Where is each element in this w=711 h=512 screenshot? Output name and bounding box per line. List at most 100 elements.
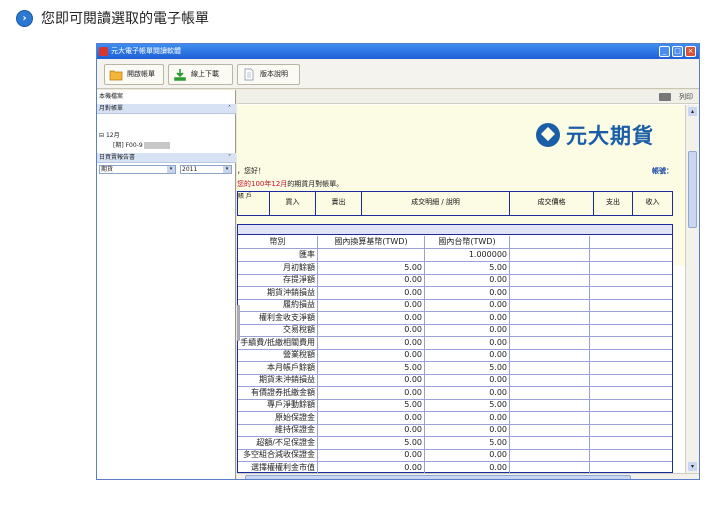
bill-document: 元大期貨 ，您好！ 帳號： 您的100年12月的期貨月對帳單。 賬 戶 買入 賣… <box>237 105 685 473</box>
row-label: 有價證券抵繳金額 <box>238 386 318 399</box>
header-col-income: 收入 <box>645 198 660 206</box>
statement-month-rest: 的期貨月對帳單。 <box>287 180 344 188</box>
row-local-value: 0.00 <box>425 461 510 473</box>
minimize-button[interactable]: _ <box>659 46 670 57</box>
row-base-value: 0.00 <box>318 449 425 461</box>
row-empty <box>510 299 590 311</box>
header-col-buy: 買入 <box>270 192 316 215</box>
table-row: 匯率 1.000000 <box>238 249 672 262</box>
close-button[interactable]: × <box>685 46 696 57</box>
row-empty <box>510 336 590 349</box>
printer-icon[interactable] <box>659 93 671 101</box>
header-col-price: 成交價格 <box>510 192 594 215</box>
row-empty <box>590 412 672 424</box>
row-base-value <box>318 249 425 261</box>
row-label: 期貨未沖銷損益 <box>238 374 318 386</box>
tree-bill-item[interactable]: [期] F00-9 <box>97 141 236 151</box>
chevron-down-icon[interactable]: ˅ <box>228 153 231 163</box>
col-currency: 幣別 <box>238 236 318 248</box>
row-label: 月初餘額 <box>238 261 318 274</box>
open-bill-label: 開啟帳單 <box>127 70 155 78</box>
row-label: 超額/不足保證金 <box>238 436 318 449</box>
row-base-value: 0.00 <box>318 274 425 286</box>
daily-report-header[interactable]: 日買賣報告書 ˅ <box>97 153 236 163</box>
monthly-statement-header[interactable]: 月對帳單 ˄ <box>97 104 236 114</box>
row-local-value: 0.00 <box>425 286 510 299</box>
row-empty <box>510 461 590 473</box>
header-col-sell: 賣出 <box>316 192 362 215</box>
arrow-right-circle-icon: › <box>16 9 33 27</box>
table-row: 履約損益 0.00 0.00 <box>238 299 672 312</box>
row-label: 選擇權權利金市值 <box>238 461 318 473</box>
row-base-value: 0.00 <box>318 424 425 436</box>
table-row: 選擇權權利金市值 0.00 0.00 <box>238 461 672 473</box>
window-titlebar[interactable]: 元大電子帳單閱讀軟體 _ □ × <box>97 44 699 59</box>
open-bill-button[interactable]: 開啟帳單 <box>104 64 164 85</box>
row-empty <box>590 249 672 261</box>
row-empty <box>510 386 590 399</box>
row-empty <box>510 274 590 286</box>
header-col-account: 賬 戶 <box>238 192 270 215</box>
row-label: 權利金收支淨額 <box>238 311 318 324</box>
table-row: 維持保證金 0.00 0.00 <box>238 424 672 437</box>
row-local-value: 0.00 <box>425 299 510 311</box>
statement-month-text: 您的100年12月的期貨月對帳單。 <box>237 179 343 189</box>
col-base-twd: 國內換算基幣(TWD) <box>318 236 425 248</box>
row-local-value: 0.00 <box>425 324 510 336</box>
horizontal-scrollbar[interactable] <box>237 473 699 479</box>
horizontal-scroll-thumb[interactable] <box>245 475 631 479</box>
table-band <box>238 225 672 235</box>
row-base-value: 0.00 <box>318 386 425 399</box>
vertical-scrollbar[interactable]: ▴ ▾ <box>685 105 699 473</box>
table-row: 有價證券抵繳金額 0.00 0.00 <box>238 386 672 400</box>
row-empty <box>590 374 672 386</box>
type-select[interactable]: 期貨 ▾ <box>99 165 176 174</box>
tree-bill-label: [期] F00-9 <box>113 142 143 149</box>
header-col-detail: 成交明細 / 說明 <box>362 192 510 215</box>
row-local-value: 5.00 <box>425 399 510 411</box>
print-button[interactable]: 列印 <box>679 92 693 102</box>
col-empty-1 <box>510 236 590 248</box>
viewer-toolbar: 列印 <box>237 90 699 104</box>
scroll-down-icon[interactable]: ▾ <box>688 462 697 471</box>
maximize-button[interactable]: □ <box>672 46 683 57</box>
row-base-value: 0.00 <box>318 324 425 336</box>
table-row: 營業稅額 0.00 0.00 <box>238 349 672 362</box>
page-heading-text: 您即可閱讀選取的電子帳單 <box>41 11 209 27</box>
chevron-down-icon[interactable]: ▾ <box>223 166 231 173</box>
online-download-button[interactable]: 線上下載 <box>168 64 233 85</box>
row-empty <box>510 374 590 386</box>
year-select[interactable]: 2011 ▾ <box>180 165 232 174</box>
row-local-value: 0.00 <box>425 336 510 349</box>
row-empty <box>590 399 672 411</box>
row-empty <box>510 249 590 261</box>
table-row: 月初餘額 5.00 5.00 <box>238 261 672 275</box>
splitter-handle[interactable] <box>237 305 240 341</box>
row-empty <box>510 399 590 411</box>
tree-month[interactable]: ⊟ 12月 <box>97 131 236 141</box>
row-local-value: 0.00 <box>425 449 510 461</box>
row-empty <box>590 424 672 436</box>
row-label: 交易稅額 <box>238 324 318 336</box>
row-empty <box>590 299 672 311</box>
row-base-value: 0.00 <box>318 374 425 386</box>
summary-table: 幣別 國內換算基幣(TWD) 國內台幣(TWD) 匯率 1.000000 月初餘額 5… <box>237 224 673 473</box>
table-row: 多空組合減收保證金 0.00 0.00 <box>238 449 672 462</box>
row-empty <box>510 411 590 424</box>
row-base-value: 0.00 <box>318 461 425 473</box>
row-empty <box>590 362 672 374</box>
table-row: 交易稅額 0.00 0.00 <box>238 324 672 337</box>
row-empty <box>510 349 590 361</box>
row-local-value: 0.00 <box>425 374 510 386</box>
scroll-up-icon[interactable]: ▴ <box>688 107 697 116</box>
row-local-value: 5.00 <box>425 361 510 374</box>
vertical-scroll-thumb[interactable] <box>688 151 697 228</box>
version-info-button[interactable]: 版本說明 <box>237 64 300 85</box>
chevron-up-icon[interactable]: ˄ <box>228 104 231 114</box>
row-local-value: 0.00 <box>425 274 510 286</box>
chevron-down-icon[interactable]: ▾ <box>167 166 175 173</box>
tree-collapse-icon[interactable]: ⊟ <box>99 132 104 139</box>
row-empty <box>510 311 590 324</box>
row-local-value: 0.00 <box>425 386 510 399</box>
row-base-value: 0.00 <box>318 411 425 424</box>
